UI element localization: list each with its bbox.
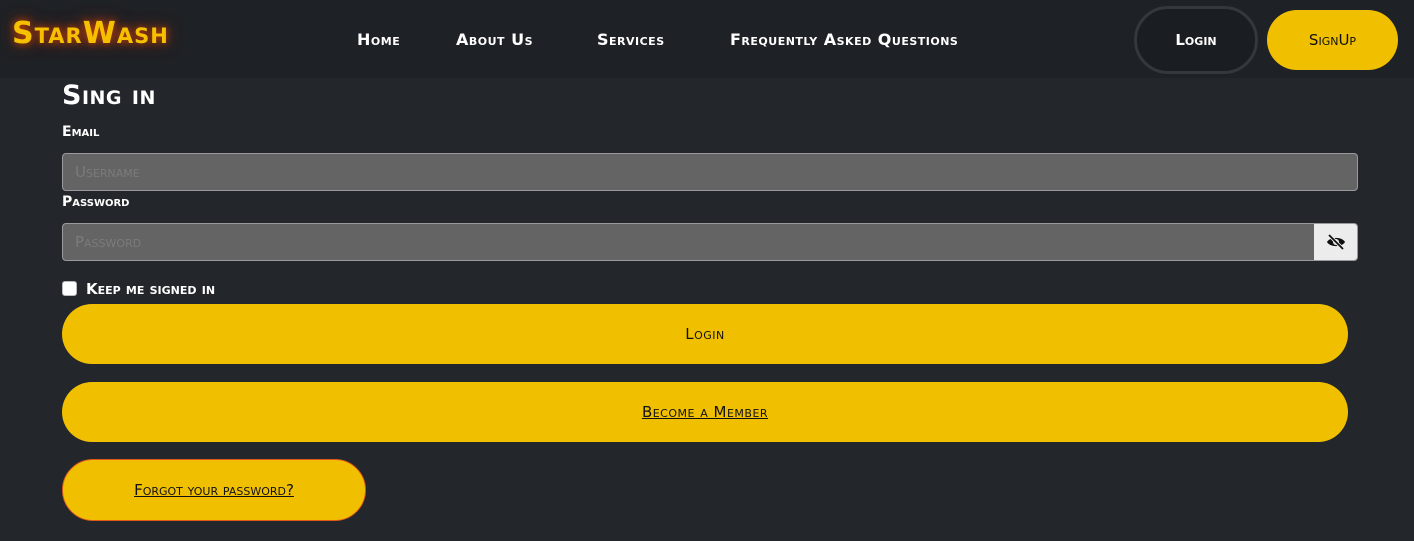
password-label: Password	[62, 194, 130, 210]
page-title: Sing in	[62, 80, 156, 111]
nav-signup-button[interactable]: SignUp	[1267, 10, 1398, 70]
nav-link-about-us[interactable]: About Us	[456, 30, 533, 49]
become-member-label: Become a Member	[641, 403, 769, 421]
keep-signed-in-checkbox[interactable]	[62, 281, 77, 296]
become-member-button[interactable]: Become a Member	[62, 382, 1348, 442]
email-label: Email	[62, 124, 100, 140]
email-field[interactable]	[62, 153, 1358, 191]
login-button-label: Login	[685, 325, 725, 343]
keep-signed-in-label[interactable]: Keep me signed in	[86, 280, 215, 298]
nav-link-home[interactable]: Home	[357, 30, 400, 49]
login-button[interactable]: Login	[62, 304, 1348, 364]
password-field[interactable]	[62, 223, 1315, 261]
brand-logo[interactable]: StarWash	[12, 16, 169, 51]
nav-login-button[interactable]: Login	[1134, 6, 1258, 74]
eye-slash-icon	[1326, 234, 1346, 250]
forgot-password-label: Forgot your password?	[134, 481, 294, 499]
navbar: StarWash Home About Us Services Frequent…	[0, 0, 1414, 78]
forgot-password-button[interactable]: Forgot your password?	[62, 459, 366, 521]
nav-link-services[interactable]: Services	[597, 30, 665, 49]
password-toggle-button[interactable]	[1314, 223, 1358, 261]
nav-link-faq[interactable]: Frequently Asked Questions	[730, 30, 958, 49]
